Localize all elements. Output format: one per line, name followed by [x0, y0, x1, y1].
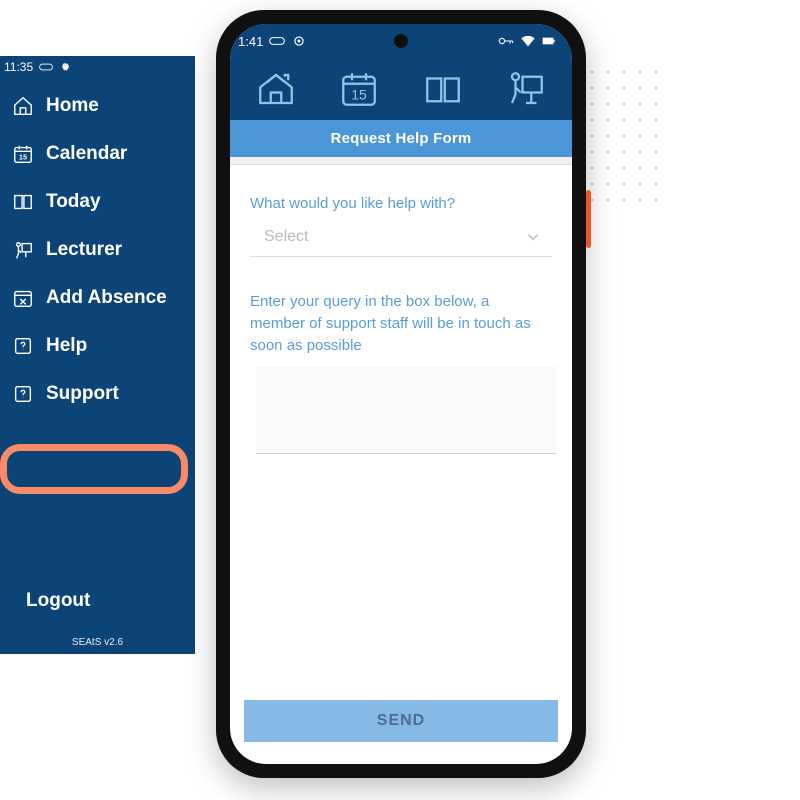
tab-home[interactable]: [248, 66, 304, 112]
tab-lecturer[interactable]: [498, 66, 554, 112]
sidebar-item-help[interactable]: Help: [2, 322, 193, 370]
query-textarea[interactable]: [256, 366, 556, 454]
gear-icon: [59, 62, 73, 72]
query-instruction-label: Enter your query in the box below, a mem…: [250, 291, 552, 356]
app-sidebar: 11:35 Home 15 Calendar Today Lecturer Ad…: [0, 56, 195, 654]
sidebar-item-calendar[interactable]: 15 Calendar: [2, 130, 193, 178]
svg-text:15: 15: [19, 153, 27, 162]
sidebar-item-lecturer[interactable]: Lecturer: [2, 226, 193, 274]
battery-icon: [542, 34, 558, 48]
voicemail-icon: [39, 62, 53, 72]
help-icon: [12, 335, 34, 357]
chevron-down-icon: [524, 228, 542, 246]
sidebar-menu: Home 15 Calendar Today Lecturer Add Abse…: [0, 82, 195, 418]
lecturer-icon: [505, 68, 547, 110]
help-icon: [12, 383, 34, 405]
sidebar-item-today[interactable]: Today: [2, 178, 193, 226]
sidebar-logout[interactable]: Logout: [0, 590, 195, 612]
sidebar-item-label: Calendar: [46, 143, 127, 165]
send-button[interactable]: SEND: [244, 700, 558, 742]
sidebar-item-support[interactable]: Support: [2, 370, 193, 418]
sidebar-item-home[interactable]: Home: [2, 82, 193, 130]
topic-select[interactable]: Select: [250, 220, 552, 257]
sidebar-item-label: Add Absence: [46, 287, 167, 309]
calendar-icon: 15: [338, 68, 380, 110]
wifi-icon: [520, 34, 536, 48]
page-title: Request Help Form: [230, 120, 572, 157]
tab-today[interactable]: [415, 66, 471, 112]
sidebar-item-label: Today: [46, 191, 101, 213]
version-label: SEAtS v2.6: [0, 637, 195, 648]
vpn-key-icon: [498, 34, 514, 48]
calendar-x-icon: [12, 287, 34, 309]
calendar-icon: 15: [12, 143, 34, 165]
sidebar-item-label: Home: [46, 95, 99, 117]
app-status-bar: 1:41: [230, 24, 572, 58]
phone-screen: 1:41 15 Request Help Form What wo: [230, 24, 572, 764]
sidebar-item-label: Help: [46, 335, 87, 357]
status-clock: 1:41: [238, 34, 263, 49]
sidebar-item-label: Support: [46, 383, 119, 405]
phone-mockup: 1:41 15 Request Help Form What wo: [216, 10, 586, 778]
book-icon: [422, 68, 464, 110]
help-form: What would you like help with? Select En…: [230, 165, 572, 685]
book-icon: [12, 191, 34, 213]
sidebar-item-label: Lecturer: [46, 239, 122, 261]
lecturer-icon: [12, 239, 34, 261]
sidebar-status-bar: 11:35: [0, 56, 195, 82]
svg-text:15: 15: [351, 87, 367, 103]
voicemail-icon: [269, 34, 285, 48]
sidebar-item-add-absence[interactable]: Add Absence: [2, 274, 193, 322]
topic-question-label: What would you like help with?: [250, 195, 552, 212]
help-highlight-ring: [0, 444, 188, 494]
home-icon: [255, 68, 297, 110]
section-separator: [230, 157, 572, 165]
home-icon: [12, 95, 34, 117]
sidebar-clock: 11:35: [4, 60, 33, 74]
tab-bar: 15: [230, 58, 572, 120]
gear-icon: [291, 34, 307, 48]
select-placeholder: Select: [264, 228, 308, 246]
tab-calendar[interactable]: 15: [331, 66, 387, 112]
